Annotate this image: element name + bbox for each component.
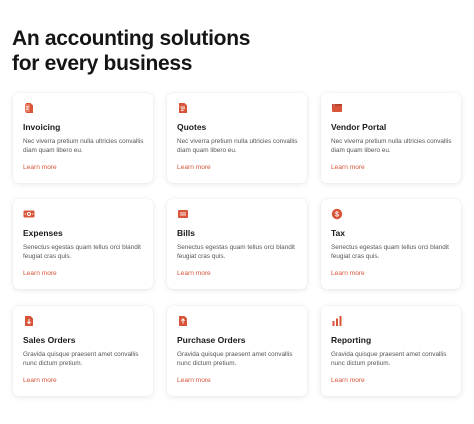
card-bills: Bills Senectus egestas quam tellus orci … [167,199,307,289]
card-description: Gravida quisque praesent amet convallis … [177,351,293,367]
page: An accounting solutions for every busine… [0,0,474,424]
portal-icon [332,104,342,112]
card-description: Nec viverra pretium nulla ultricies conv… [177,138,298,154]
learn-more-link[interactable]: Learn more [331,377,365,384]
card-invoicing: Invoicing Nec viverra pretium nulla ultr… [13,93,153,183]
svg-text:$: $ [335,211,339,218]
card-title: Expenses [23,228,63,238]
bill-icon [178,210,188,218]
card-title: Reporting [331,335,372,345]
card-description: Senectus egestas quam tellus orci blandi… [23,244,141,260]
banknote-icon [23,210,35,218]
card-title: Bills [177,228,195,238]
card-tax: $ Tax Senectus egestas quam tellus orci … [321,199,461,289]
card-title: Tax [331,228,346,238]
card-description: Nec viverra pretium nulla ultricies conv… [331,138,452,154]
learn-more-link[interactable]: Learn more [23,377,57,384]
learn-more-link[interactable]: Learn more [331,270,365,277]
card-title: Invoicing [23,122,61,132]
headline-line-2: for every business [12,52,193,75]
quote-icon [179,103,187,113]
page-headline: An accounting solutions for every busine… [12,26,250,76]
learn-more-link[interactable]: Learn more [23,164,57,171]
invoice-icon [25,103,33,113]
card-title: Quotes [177,122,207,132]
purchase-order-icon [179,316,187,326]
card-description: Senectus egestas quam tellus orci blandi… [331,244,449,260]
card-title: Purchase Orders [177,335,246,345]
card-expenses: Expenses Senectus egestas quam tellus or… [13,199,153,289]
card-title: Sales Orders [23,335,76,345]
learn-more-link[interactable]: Learn more [177,377,211,384]
learn-more-link[interactable]: Learn more [177,270,211,277]
card-quotes: Quotes Nec viverra pretium nulla ultrici… [167,93,307,183]
bar-chart-icon [332,316,342,326]
card-description: Senectus egestas quam tellus orci blandi… [177,244,295,260]
dollar-coin-icon: $ [331,208,343,220]
card-description: Gravida quisque praesent amet convallis … [23,351,139,367]
card-purchase-orders: Purchase Orders Gravida quisque praesent… [167,306,307,396]
learn-more-link[interactable]: Learn more [177,164,211,171]
card-title: Vendor Portal [331,122,387,132]
card-reporting: Reporting Gravida quisque praesent amet … [321,306,461,396]
card-vendor-portal: Vendor Portal Nec viverra pretium nulla … [321,93,461,183]
sales-order-icon [25,316,33,326]
card-description: Nec viverra pretium nulla ultricies conv… [23,138,144,154]
card-description: Gravida quisque praesent amet convallis … [331,351,447,367]
learn-more-link[interactable]: Learn more [331,164,365,171]
headline-line-1: An accounting solutions [12,27,251,50]
learn-more-link[interactable]: Learn more [23,270,57,277]
card-sales-orders: Sales Orders Gravida quisque praesent am… [13,306,153,396]
